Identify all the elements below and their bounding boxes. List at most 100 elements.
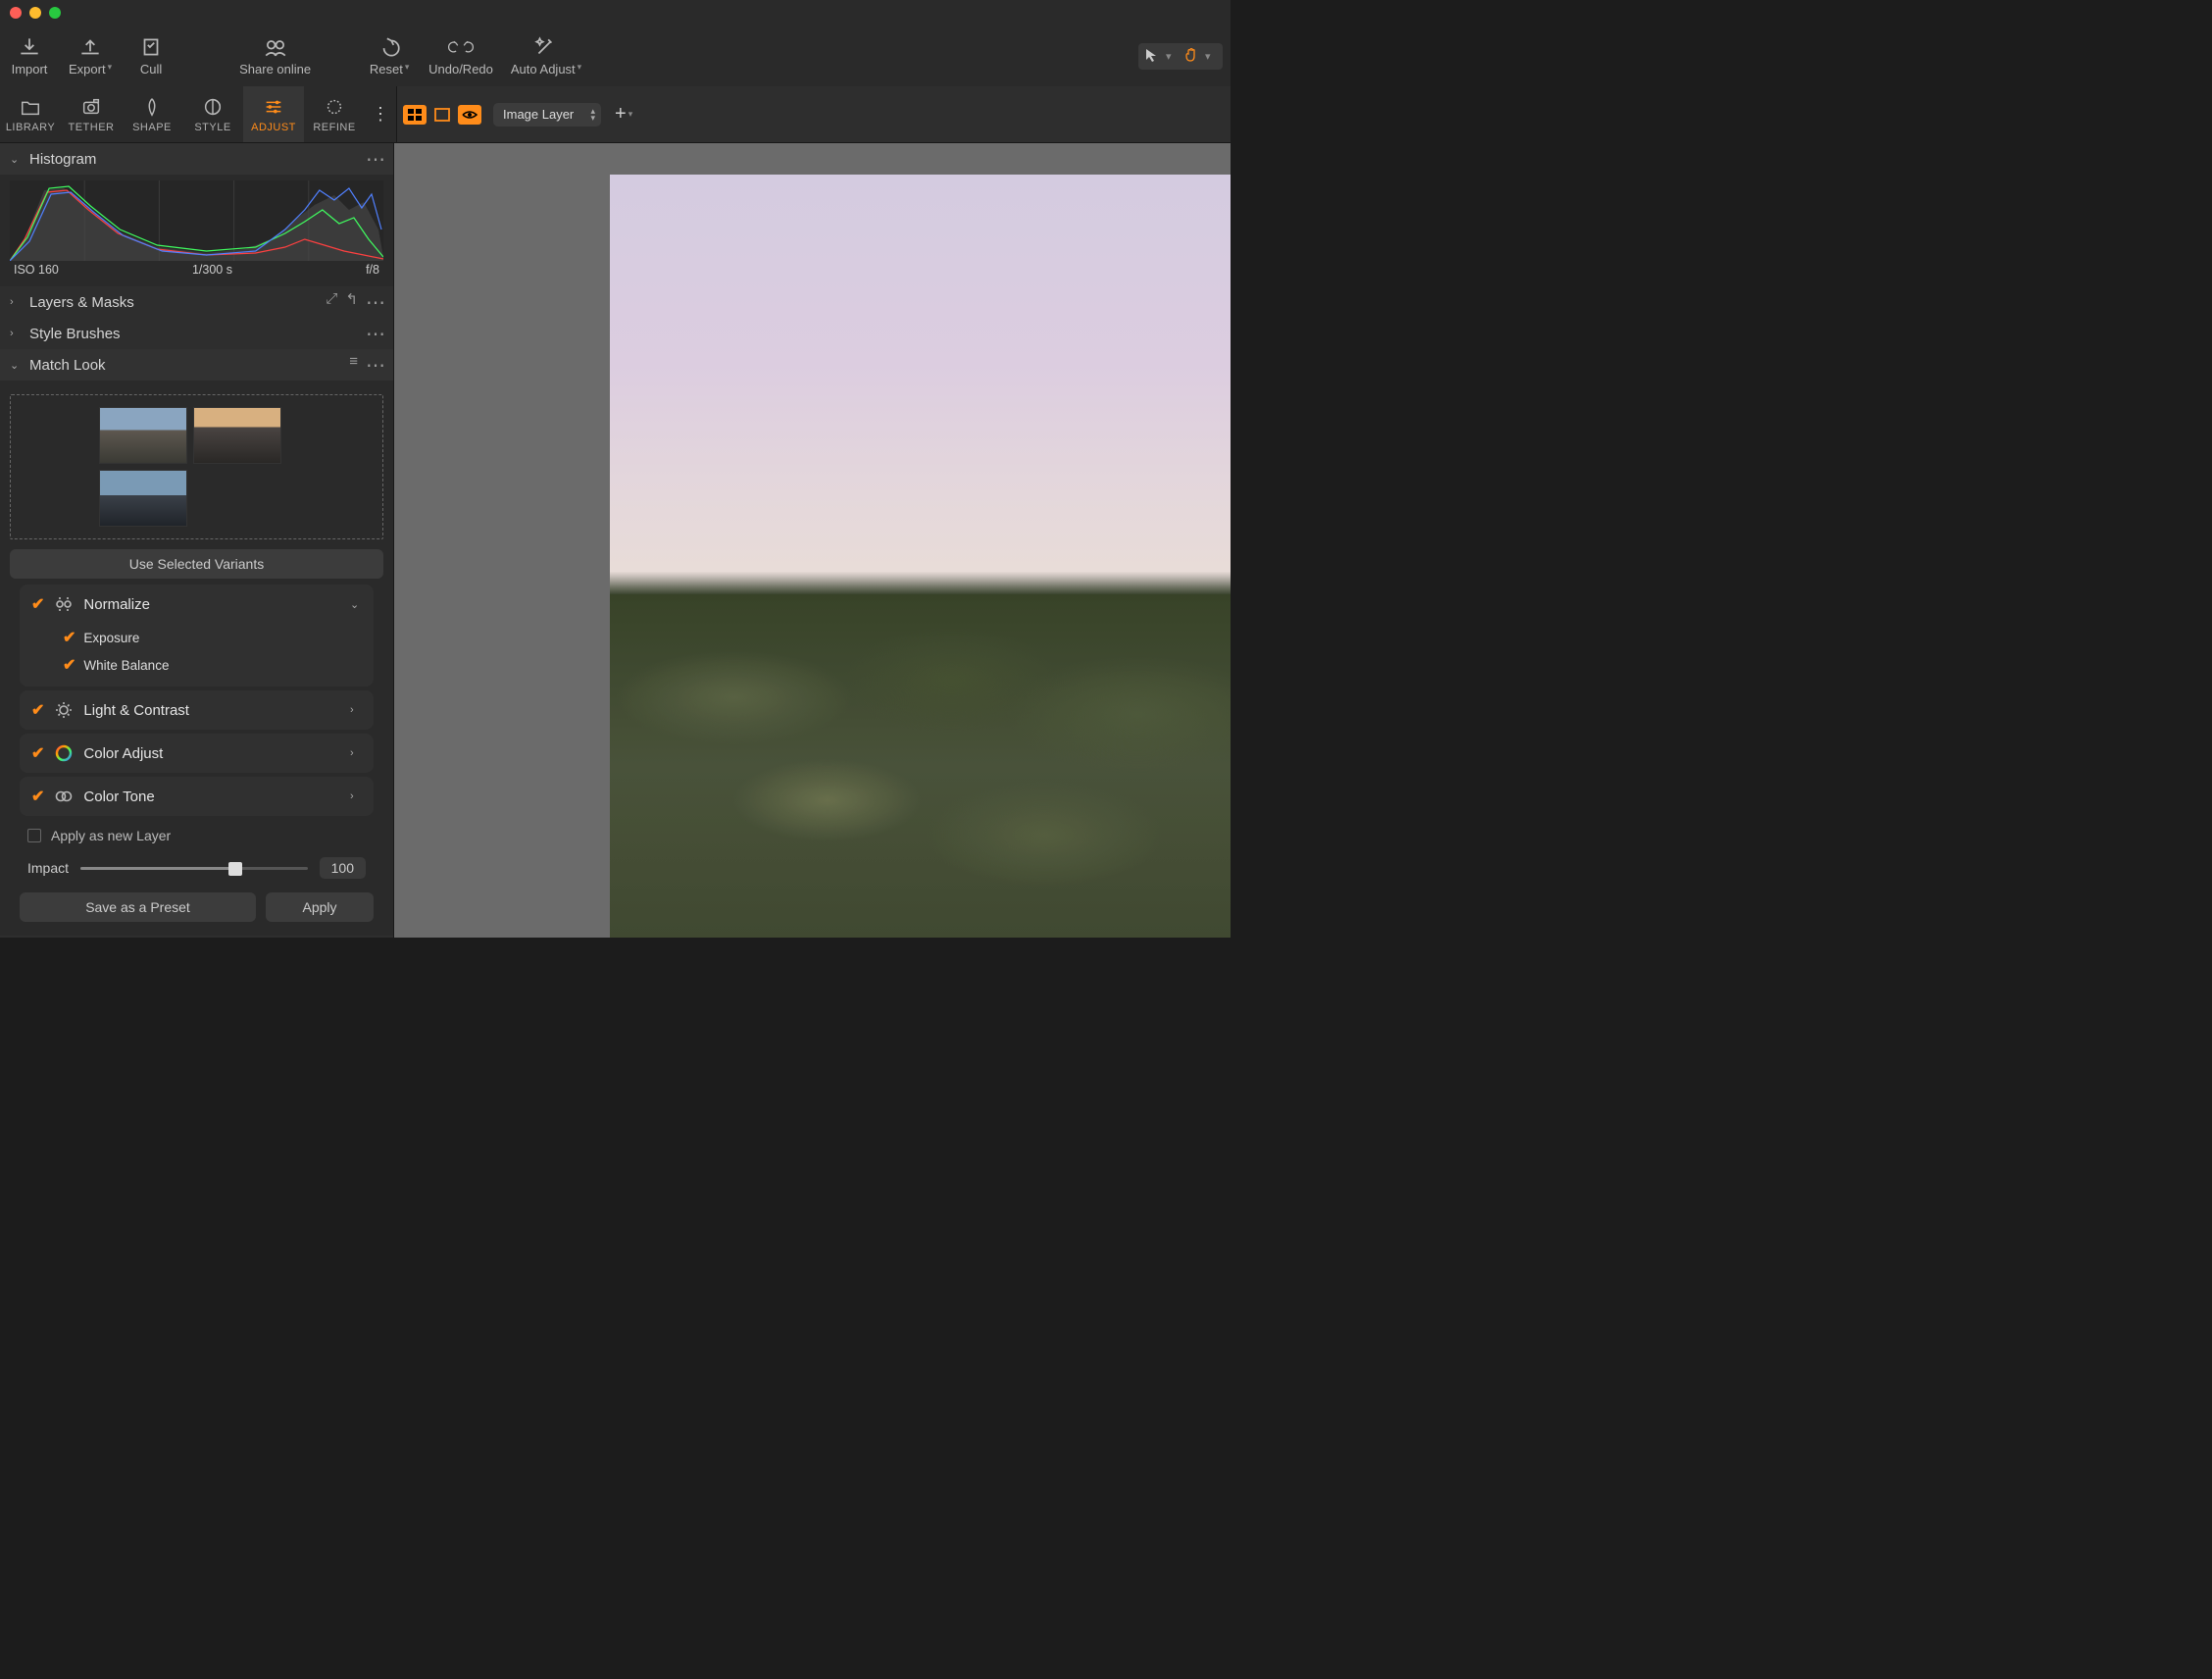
workspace-tabs: LIBRARY TETHER SHAPE STYLE ADJUST REFINE… <box>0 86 1231 143</box>
white-balance-label: White Balance <box>83 658 169 673</box>
style-brushes-header[interactable]: › Style Brushes <box>0 318 393 349</box>
expand-icon[interactable]: ⤢ <box>326 290 337 315</box>
histogram-shutter: 1/300 s <box>192 263 232 277</box>
list-icon[interactable]: ≡ <box>349 353 358 378</box>
save-preset-button[interactable]: Save as a Preset <box>20 892 256 922</box>
histogram-aperture: f/8 <box>366 263 379 277</box>
apply-as-layer-label: Apply as new Layer <box>51 828 171 843</box>
histogram-panel: ISO 160 1/300 s f/8 <box>0 175 393 286</box>
white-balance-header[interactable]: › White Balance ✎ ⤢ ↰ ≡ <box>0 936 393 938</box>
single-view-button[interactable] <box>430 105 454 125</box>
tab-style[interactable]: STYLE <box>182 86 243 142</box>
match-look-title: Match Look <box>29 357 341 374</box>
apply-as-layer-checkbox[interactable] <box>27 829 41 842</box>
tab-library[interactable]: LIBRARY <box>0 86 61 142</box>
tab-refine-label: REFINE <box>313 122 355 133</box>
tab-refine[interactable]: REFINE <box>304 86 365 142</box>
reference-thumb[interactable] <box>99 470 187 527</box>
preview-toggle-button[interactable] <box>458 105 481 125</box>
histogram-menu[interactable] <box>366 147 383 172</box>
export-button[interactable]: Export▾ <box>69 36 112 76</box>
undo-redo-button[interactable]: Undo/Redo <box>428 36 493 76</box>
normalize-exposure-item[interactable]: ✔ Exposure <box>20 624 374 651</box>
tab-adjust-label: ADJUST <box>251 122 296 133</box>
normalize-group: ✔ Normalize ⌄ ✔ Exposure ✔ White Balance <box>20 585 374 687</box>
cull-label: Cull <box>140 62 162 76</box>
color-adjust-group[interactable]: ✔ Color Adjust › <box>20 734 374 773</box>
tab-adjust[interactable]: ADJUST <box>243 86 304 142</box>
check-icon[interactable]: ✔ <box>63 655 75 675</box>
check-icon[interactable]: ✔ <box>31 594 44 614</box>
check-icon[interactable]: ✔ <box>31 787 44 806</box>
layers-menu[interactable] <box>366 290 383 315</box>
exposure-label: Exposure <box>83 631 139 645</box>
use-selected-variants-button[interactable]: Use Selected Variants <box>10 549 383 579</box>
normalize-icon <box>54 594 74 614</box>
more-icon <box>372 104 389 125</box>
apply-button[interactable]: Apply <box>266 892 374 922</box>
normalize-title: Normalize <box>83 596 340 613</box>
maximize-window-button[interactable] <box>49 7 61 19</box>
style-brushes-menu[interactable] <box>366 322 383 346</box>
tab-tether[interactable]: TETHER <box>61 86 122 142</box>
normalize-header[interactable]: ✔ Normalize ⌄ <box>20 585 374 624</box>
reference-thumb[interactable] <box>99 407 187 464</box>
chevron-right-icon: › <box>10 296 22 308</box>
add-layer-button[interactable]: +▾ <box>605 103 644 126</box>
tab-shape[interactable]: SHAPE <box>122 86 182 142</box>
impact-row: Impact 100 <box>10 851 383 885</box>
pointer-tool[interactable] <box>1144 47 1160 66</box>
check-icon[interactable]: ✔ <box>31 743 44 763</box>
import-button[interactable]: Import <box>8 36 51 76</box>
style-brushes-title: Style Brushes <box>29 326 358 342</box>
check-icon[interactable]: ✔ <box>31 700 44 720</box>
auto-adjust-button[interactable]: Auto Adjust▾ <box>511 36 581 76</box>
histogram-header[interactable]: ⌄ Histogram <box>0 143 393 175</box>
tab-library-label: LIBRARY <box>6 122 55 133</box>
reset-layer-icon[interactable]: ↰ <box>345 290 358 315</box>
tab-tether-label: TETHER <box>69 122 115 133</box>
tabs-more-button[interactable] <box>365 86 396 142</box>
updown-icon: ▴▾ <box>590 108 595 122</box>
normalize-whitebalance-item[interactable]: ✔ White Balance <box>20 651 374 687</box>
share-button[interactable]: Share online <box>239 36 311 76</box>
export-label: Export <box>69 62 106 76</box>
preview-image <box>610 175 1231 938</box>
apply-as-layer-row[interactable]: Apply as new Layer <box>10 820 383 851</box>
check-icon[interactable]: ✔ <box>63 628 75 647</box>
reference-dropzone[interactable] <box>10 394 383 539</box>
color-adjust-title: Color Adjust <box>83 745 340 762</box>
impact-slider[interactable] <box>80 867 308 870</box>
light-contrast-title: Light & Contrast <box>83 702 340 719</box>
grid-view-button[interactable] <box>403 105 427 125</box>
cull-button[interactable]: Cull <box>129 36 173 76</box>
window-titlebar <box>0 0 1231 25</box>
layers-header[interactable]: › Layers & Masks ⤢ ↰ <box>0 286 393 318</box>
viewer-toolbar: Image Layer ▴▾ +▾ <box>396 86 1231 142</box>
color-adjust-icon <box>54 743 74 763</box>
import-label: Import <box>12 62 48 76</box>
light-contrast-group[interactable]: ✔ Light & Contrast › <box>20 690 374 730</box>
chevron-right-icon: › <box>350 747 362 759</box>
histogram-title: Histogram <box>29 151 358 168</box>
reference-thumb[interactable] <box>193 407 281 464</box>
chevron-right-icon: › <box>350 704 362 716</box>
color-tone-title: Color Tone <box>83 789 340 805</box>
match-look-header[interactable]: ⌄ Match Look ≡ <box>0 349 393 381</box>
close-window-button[interactable] <box>10 7 22 19</box>
match-look-menu[interactable] <box>366 353 383 378</box>
reset-button[interactable]: Reset▾ <box>368 36 411 76</box>
match-look-panel: Use Selected Variants ✔ Normalize ⌄ ✔ Ex… <box>0 381 393 936</box>
chevron-right-icon: › <box>10 328 22 339</box>
share-label: Share online <box>239 62 311 76</box>
impact-label: Impact <box>27 860 69 876</box>
hand-tool[interactable] <box>1183 47 1199 66</box>
color-tone-group[interactable]: ✔ Color Tone › <box>20 777 374 816</box>
layer-select-label: Image Layer <box>503 107 574 122</box>
reset-label: Reset <box>370 62 403 76</box>
minimize-window-button[interactable] <box>29 7 41 19</box>
impact-value[interactable]: 100 <box>320 857 366 879</box>
chevron-down-icon: ⌄ <box>10 153 22 166</box>
layer-select[interactable]: Image Layer ▴▾ <box>493 103 601 127</box>
image-viewer[interactable] <box>394 143 1231 938</box>
